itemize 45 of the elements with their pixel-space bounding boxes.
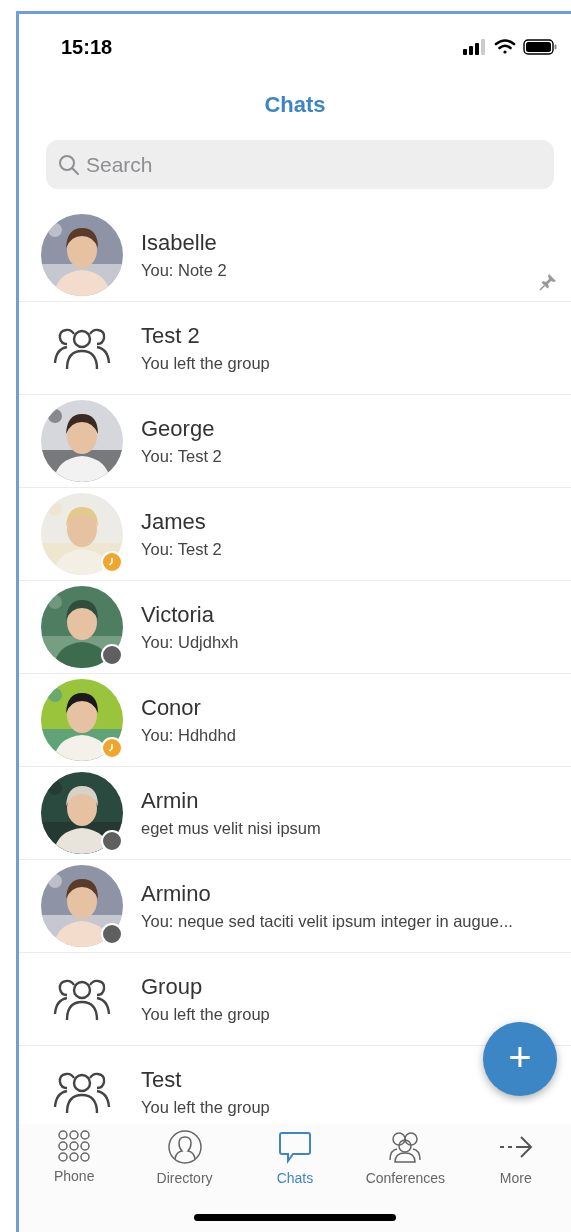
contact-name: Group xyxy=(141,974,204,1000)
dialpad-icon xyxy=(58,1130,91,1162)
message-preview: eget mus velit nisi ipsum xyxy=(141,819,321,838)
contact-name: Conor xyxy=(141,695,202,721)
message-preview: You: neque sed taciti velit ipsum integer in augue... xyxy=(141,912,513,931)
message-preview: You: Udjdhxh xyxy=(141,633,239,652)
contact-name: Test xyxy=(141,1067,183,1093)
chat-row[interactable]: Armino You: neque sed taciti velit ipsum integer in augue... xyxy=(19,860,571,953)
tab[interactable]: Directory xyxy=(132,1130,237,1186)
chat-row[interactable]: Test 2 You left the group xyxy=(19,302,571,395)
message-preview: You: Hdhdhd xyxy=(141,726,236,745)
people-icon xyxy=(388,1130,423,1164)
signal-icon xyxy=(463,39,487,55)
tab[interactable]: Phone xyxy=(22,1130,127,1186)
chat-row[interactable]: Conor You: Hdhdhd xyxy=(19,674,571,767)
chat-bubble-icon xyxy=(277,1130,312,1164)
contact-name: Isabelle xyxy=(141,230,218,256)
contact-name: Test 2 xyxy=(141,323,201,349)
status-time: 15:18 xyxy=(61,35,113,59)
new-chat-button[interactable]: + xyxy=(483,1022,557,1096)
battery-icon xyxy=(523,39,557,55)
message-preview: You: Test 2 xyxy=(141,447,222,466)
contact-name: George xyxy=(141,416,216,442)
search-field[interactable]: Search xyxy=(46,140,554,189)
tab[interactable]: Conferences xyxy=(353,1130,458,1186)
tab[interactable]: Chats xyxy=(242,1130,347,1186)
message-preview: You left the group xyxy=(141,1005,270,1024)
page-title: Chats xyxy=(264,92,326,118)
chat-row[interactable]: Victoria You: Udjdhxh xyxy=(19,581,571,674)
contact-name: James xyxy=(141,509,207,535)
person-icon xyxy=(167,1130,202,1164)
contact-name: Armino xyxy=(141,881,212,907)
contact-name: Armin xyxy=(141,788,200,814)
message-preview: You left the group xyxy=(141,1098,270,1117)
chat-row[interactable]: James You: Test 2 xyxy=(19,488,571,581)
message-preview: You: Test 2 xyxy=(141,540,222,559)
message-preview: You left the group xyxy=(141,354,270,373)
chat-row[interactable]: Armin eget mus velit nisi ipsum xyxy=(19,767,571,860)
chat-row[interactable]: Isabelle You: Note 2 xyxy=(19,209,571,302)
contact-name: Victoria xyxy=(141,602,215,628)
chat-row[interactable]: George You: Test 2 xyxy=(19,395,571,488)
message-preview: You: Note 2 xyxy=(141,261,227,280)
wifi-icon xyxy=(494,39,516,55)
search-icon xyxy=(58,154,80,176)
tab[interactable]: More xyxy=(463,1130,568,1186)
